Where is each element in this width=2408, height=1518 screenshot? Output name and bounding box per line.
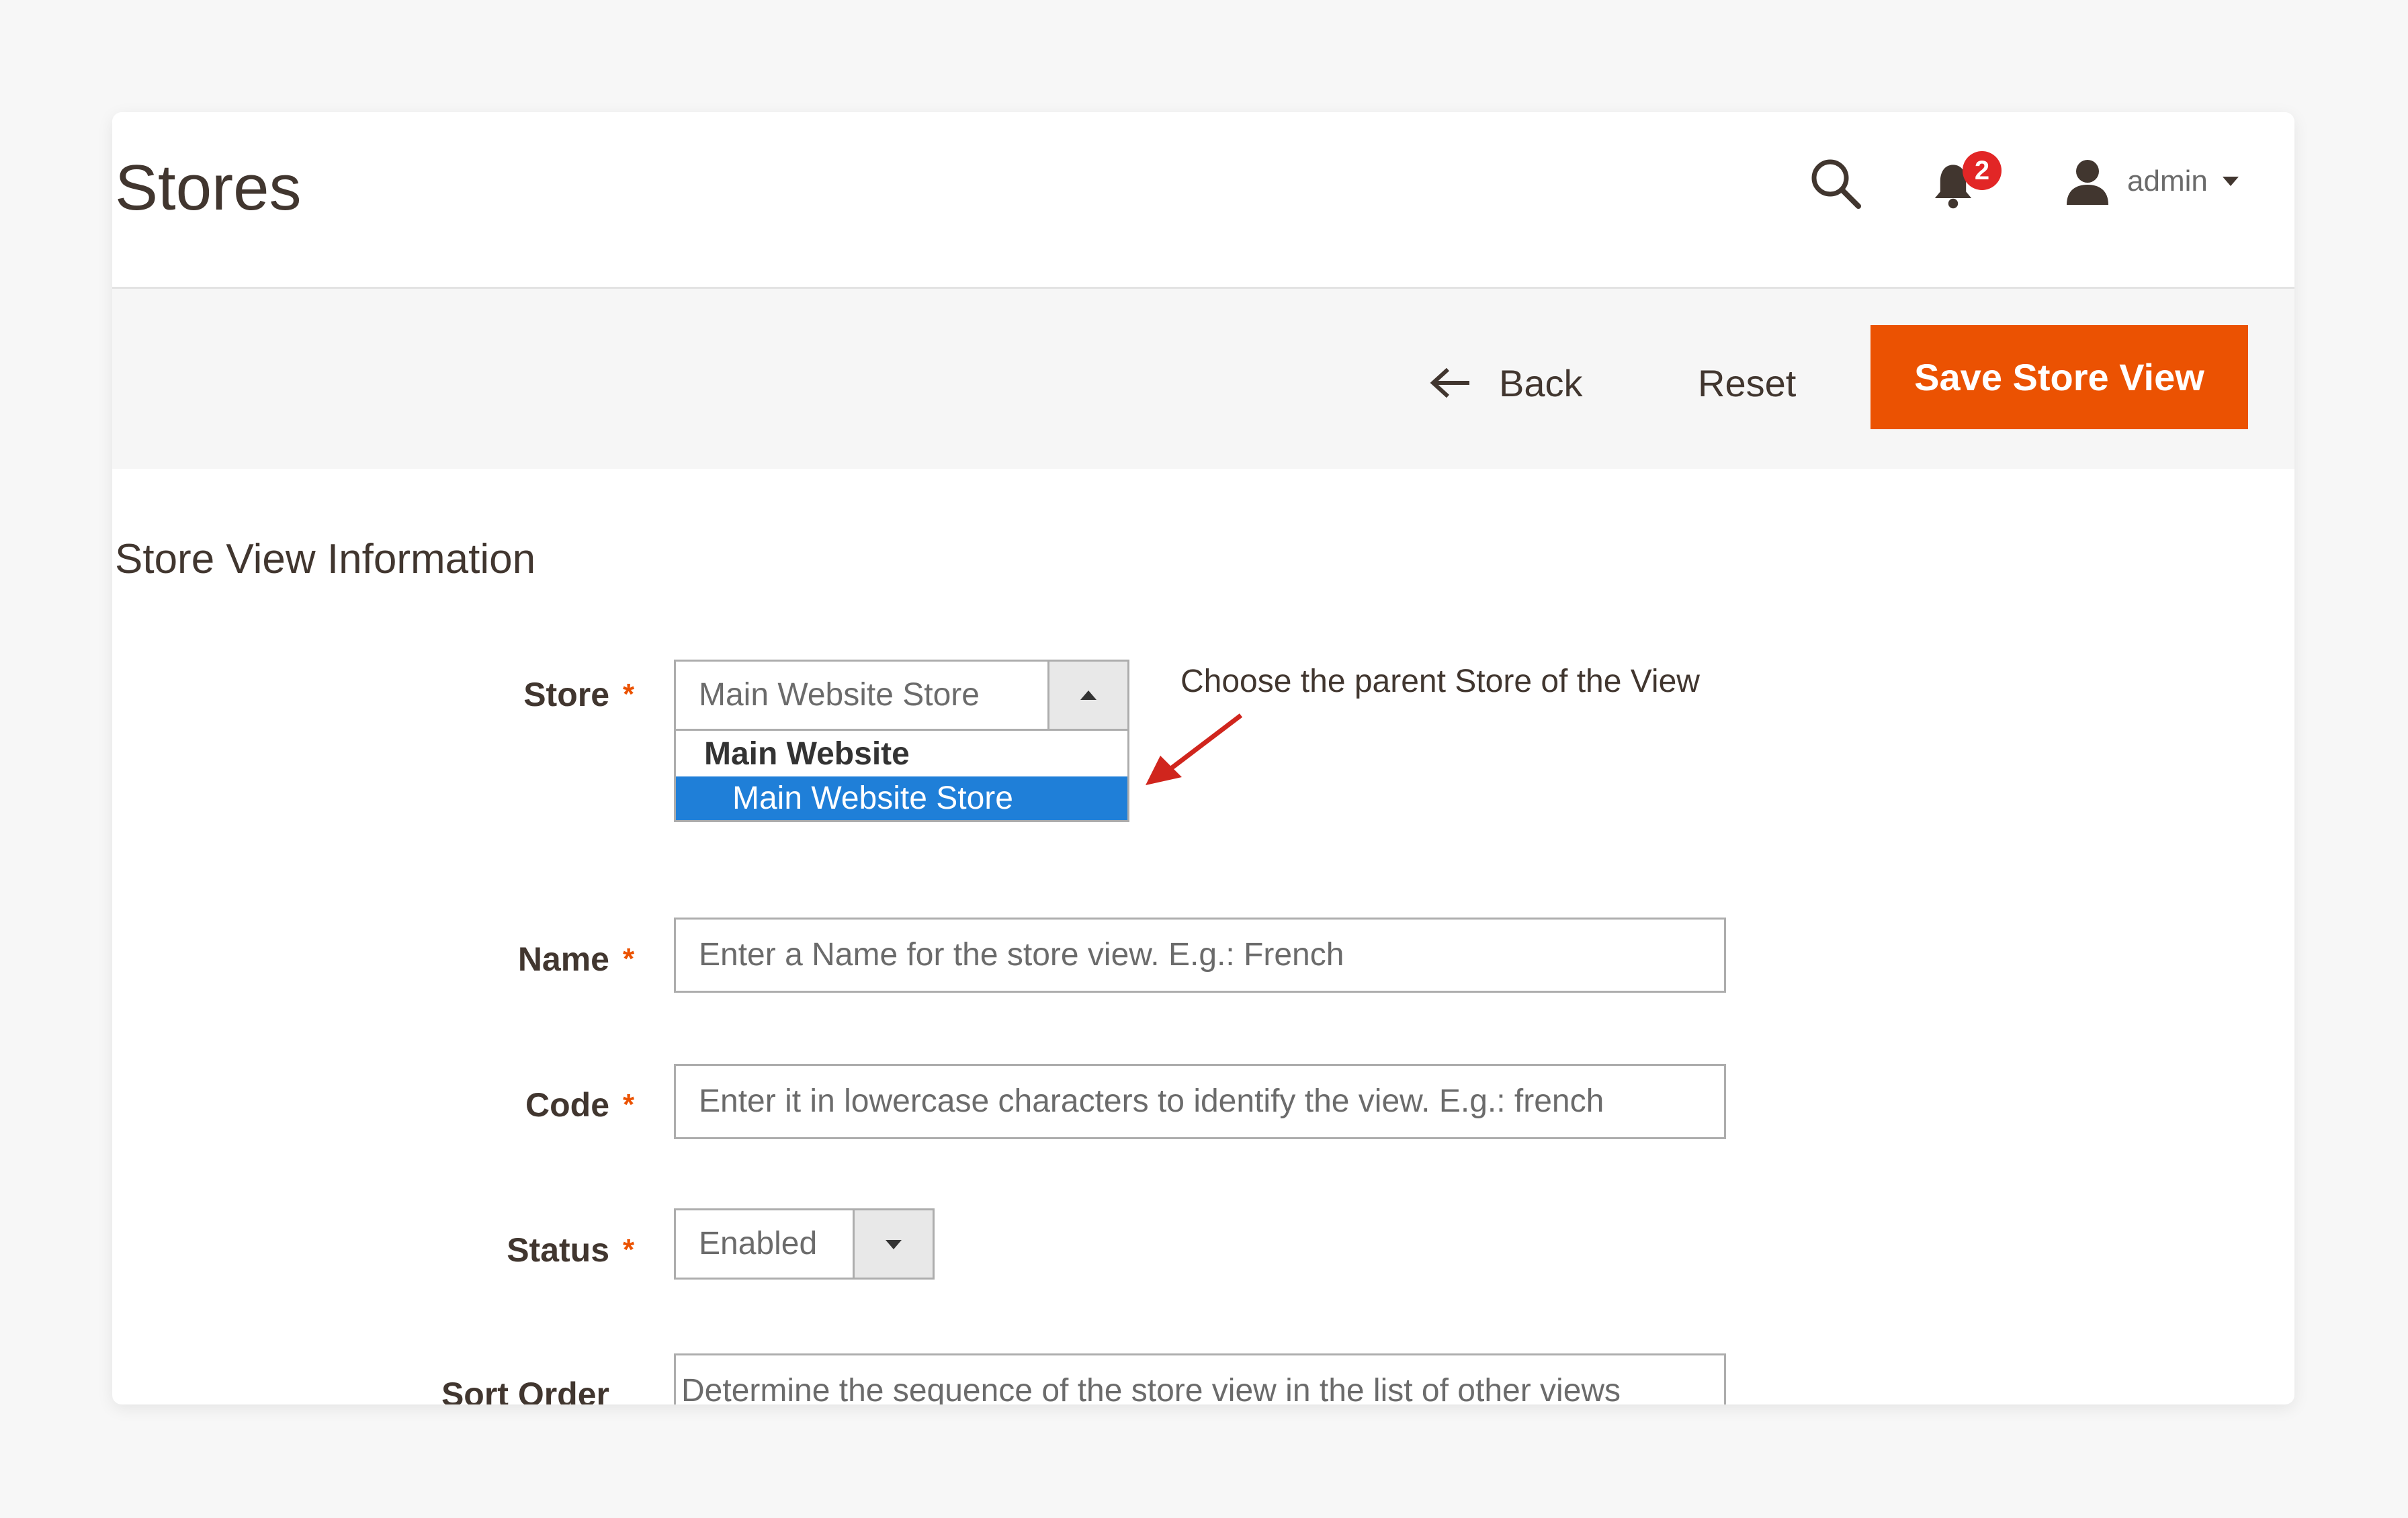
- status-select[interactable]: Enabled: [674, 1208, 935, 1280]
- required-mark: *: [623, 1233, 635, 1266]
- required-mark: *: [623, 1088, 635, 1121]
- chevron-down-icon: [2222, 177, 2239, 186]
- status-select-toggle[interactable]: [853, 1210, 933, 1278]
- user-icon: [2067, 160, 2108, 205]
- required-mark: *: [623, 678, 635, 711]
- store-select[interactable]: Main Website Store: [674, 660, 1129, 731]
- store-select-toggle[interactable]: [1047, 662, 1127, 729]
- chevron-down-icon: [886, 1240, 902, 1249]
- store-view-panel: Stores 2 admin Back Reset Save Store Vie…: [112, 112, 2294, 1404]
- code-input[interactable]: Enter it in lowercase characters to iden…: [674, 1064, 1726, 1139]
- store-select-value: Main Website Store: [699, 677, 980, 713]
- notification-badge: 2: [1963, 151, 2002, 190]
- status-label: Status: [507, 1231, 609, 1269]
- store-dropdown-list: Main Website Main Website Store: [674, 731, 1129, 822]
- arrow-left-icon: [1430, 367, 1469, 398]
- store-label: Store: [523, 676, 609, 713]
- required-mark: *: [623, 942, 635, 975]
- option-main-website-store[interactable]: Main Website Store: [676, 776, 1127, 820]
- page-title: Stores: [115, 152, 302, 224]
- annotation-arrow-icon: [1146, 713, 1243, 785]
- name-input[interactable]: Enter a Name for the store view. E.g.: F…: [674, 918, 1726, 993]
- back-button[interactable]: Back: [1429, 329, 1583, 437]
- sort-order-input[interactable]: Determine the sequence of the store view…: [674, 1353, 1726, 1404]
- sort-order-label: Sort Order: [441, 1376, 609, 1404]
- chevron-up-icon: [1080, 690, 1096, 700]
- page-actions-toolbar: Back Reset Save Store View: [112, 289, 2294, 469]
- user-name: admin: [2127, 165, 2208, 197]
- back-label: Back: [1499, 361, 1583, 404]
- annotation-text: Choose the parent Store of the View: [1180, 664, 1700, 699]
- option-group-main-website: Main Website: [704, 736, 910, 772]
- reset-button[interactable]: Reset: [1698, 329, 1796, 437]
- section-title: Store View Information: [115, 536, 536, 582]
- search-icon[interactable]: [1809, 157, 1862, 210]
- save-store-view-button[interactable]: Save Store View: [1870, 325, 2248, 429]
- code-label: Code: [525, 1086, 609, 1124]
- name-label: Name: [517, 940, 609, 978]
- status-select-value: Enabled: [699, 1226, 818, 1261]
- user-menu[interactable]: admin: [2064, 151, 2239, 212]
- notifications-button[interactable]: 2: [1932, 151, 2006, 218]
